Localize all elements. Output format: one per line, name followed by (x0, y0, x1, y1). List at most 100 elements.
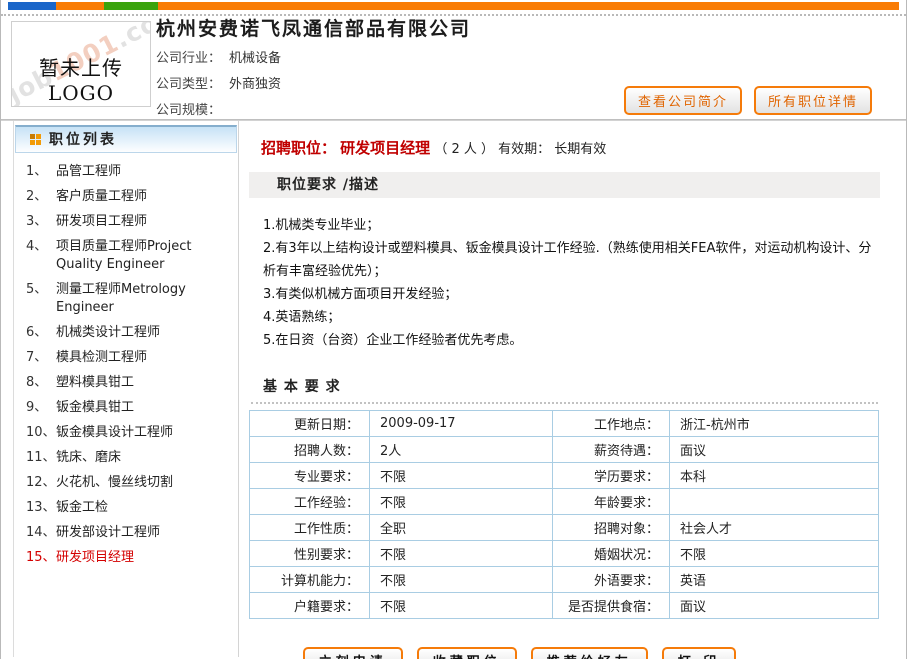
job-list-item-6[interactable]: 6、机械类设计工程师 (26, 324, 234, 342)
job-list-item-2[interactable]: 2、客户质量工程师 (26, 188, 234, 206)
update-date-label: 更新日期： (250, 411, 370, 437)
table-row: 工作经验： 不限 年龄要求： (250, 489, 879, 515)
job-item-label[interactable]: 客户质量工程师 (56, 188, 147, 206)
content: 职位列表 1、品管工程师 2、客户质量工程师 3、研发项目工程师 4、项目质量工… (1, 121, 906, 657)
job-item-label[interactable]: 项目质量工程师Project Quality Engineer (56, 238, 234, 274)
job-item-number: 12、 (26, 474, 56, 492)
job-list-item-1[interactable]: 1、品管工程师 (26, 163, 234, 181)
table-row: 户籍要求： 不限 是否提供食宿： 面议 (250, 593, 879, 619)
basic-requirements-table: 更新日期： 2009-09-17 工作地点： 浙江-杭州市 招聘人数： 2人 薪… (249, 410, 879, 619)
requirement-line-3: 3.有类似机械方面项目开发经验； (263, 283, 876, 306)
job-item-number: 14、 (26, 524, 56, 542)
job-item-label[interactable]: 研发部设计工程师 (56, 524, 160, 542)
job-item-label[interactable]: 塑料模具钳工 (56, 374, 134, 392)
logo-placeholder-text: 暂未上传LOGO (12, 52, 150, 105)
table-row: 计算机能力： 不限 外语要求： 英语 (250, 567, 879, 593)
gender-req-value: 不限 (370, 541, 553, 567)
requirement-line-5: 5.在日资（台资）企业工作经验者优先考虑。 (263, 329, 876, 352)
job-item-number: 8、 (26, 374, 56, 392)
page: job1001.com 暂未上传LOGO 杭州安费诺飞凤通信部品有限公司 公司行… (0, 0, 907, 659)
job-list-item-15-active[interactable]: 15、研发项目经理 (26, 549, 234, 567)
job-list-title: 职位列表 (49, 127, 117, 153)
table-row: 性别要求： 不限 婚姻状况： 不限 (250, 541, 879, 567)
job-item-number: 7、 (26, 349, 56, 367)
company-industry-label: 公司行业： (156, 51, 221, 66)
company-industry-value: 机械设备 (229, 51, 281, 66)
job-item-number: 4、 (26, 238, 56, 274)
residence-req-value: 不限 (370, 593, 553, 619)
gender-req-label: 性别要求： (250, 541, 370, 567)
job-list-item-7[interactable]: 7、模具检测工程师 (26, 349, 234, 367)
job-list-item-8[interactable]: 8、塑料模具钳工 (26, 374, 234, 392)
view-company-profile-button[interactable]: 查看公司简介 (624, 86, 742, 115)
topbar-orange-segment-2 (158, 2, 899, 10)
requirements-section-header: 职位要求 /描述 (249, 172, 880, 198)
marital-status-label: 婚姻状况： (553, 541, 670, 567)
company-name: 杭州安费诺飞凤通信部品有限公司 (156, 14, 471, 41)
company-size-label: 公司规模： (156, 103, 221, 118)
requirements-text: 1.机械类专业毕业； 2.有3年以上结构设计或塑料模具、钣金模具设计工作经验.（… (249, 198, 880, 352)
job-title: 研发项目经理 (340, 139, 430, 157)
all-positions-button[interactable]: 所有职位详情 (754, 86, 872, 115)
headcount-value: 2人 (370, 437, 553, 463)
major-req-value: 不限 (370, 463, 553, 489)
computer-skill-value: 不限 (370, 567, 553, 593)
validity-value: 长期有效 (554, 142, 606, 157)
computer-skill-label: 计算机能力： (250, 567, 370, 593)
update-date-value: 2009-09-17 (370, 411, 553, 437)
job-list-sidebar: 职位列表 1、品管工程师 2、客户质量工程师 3、研发项目工程师 4、项目质量工… (13, 121, 239, 657)
education-req-value: 本科 (670, 463, 879, 489)
job-list-item-4[interactable]: 4、项目质量工程师Project Quality Engineer (26, 238, 234, 274)
job-detail-main: 招聘职位： 研发项目经理 （ 2 人 ） 有效期： 长期有效 职位要求 /描述 … (249, 121, 880, 657)
job-list-item-12[interactable]: 12、火花机、慢丝线切割 (26, 474, 234, 492)
experience-req-value: 不限 (370, 489, 553, 515)
grid-squares-icon (30, 134, 41, 145)
job-item-label[interactable]: 测量工程师Metrology Engineer (56, 281, 234, 317)
job-list-item-3[interactable]: 3、研发项目工程师 (26, 213, 234, 231)
topbar-blue-segment (8, 2, 56, 10)
table-row: 工作性质： 全职 招聘对象： 社会人才 (250, 515, 879, 541)
work-location-label: 工作地点： (553, 411, 670, 437)
job-list-item-11[interactable]: 11、铣床、磨床 (26, 449, 234, 467)
job-item-label[interactable]: 火花机、慢丝线切割 (56, 474, 173, 492)
job-item-number: 1、 (26, 163, 56, 181)
table-row: 更新日期： 2009-09-17 工作地点： 浙江-杭州市 (250, 411, 879, 437)
company-industry-row: 公司行业： 机械设备 (156, 46, 281, 72)
job-list-item-13[interactable]: 13、钣金工检 (26, 499, 234, 517)
print-button[interactable]: 打 印 (662, 647, 737, 659)
requirement-line-2: 2.有3年以上结构设计或塑料模具、钣金模具设计工作经验.（熟练使用相关FEA软件… (263, 237, 876, 283)
job-nature-value: 全职 (370, 515, 553, 541)
job-list-item-5[interactable]: 5、测量工程师Metrology Engineer (26, 281, 234, 317)
salary-value: 面议 (670, 437, 879, 463)
job-item-label[interactable]: 研发项目工程师 (56, 213, 147, 231)
apply-now-button[interactable]: 立刻申请 (303, 647, 403, 659)
job-item-label[interactable]: 模具检测工程师 (56, 349, 147, 367)
company-size-row: 公司规模： (156, 98, 281, 124)
job-list-item-9[interactable]: 9、钣金模具钳工 (26, 399, 234, 417)
job-item-label[interactable]: 铣床、磨床 (56, 449, 121, 467)
job-item-label[interactable]: 品管工程师 (56, 163, 121, 181)
job-item-number: 13、 (26, 499, 56, 517)
job-item-label[interactable]: 机械类设计工程师 (56, 324, 160, 342)
recommend-friend-button[interactable]: 推荐给好友 (531, 647, 648, 659)
job-item-label[interactable]: 钣金模具设计工程师 (56, 424, 173, 442)
job-title-line: 招聘职位： 研发项目经理 （ 2 人 ） 有效期： 长期有效 (249, 137, 880, 158)
residence-req-label: 户籍要求： (250, 593, 370, 619)
action-buttons: 立刻申请 收藏职位 推荐给好友 打 印 (249, 647, 880, 659)
job-list-item-14[interactable]: 14、研发部设计工程师 (26, 524, 234, 542)
save-job-button[interactable]: 收藏职位 (417, 647, 517, 659)
job-list-item-10[interactable]: 10、钣金模具设计工程师 (26, 424, 234, 442)
job-item-number: 9、 (26, 399, 56, 417)
job-item-number: 3、 (26, 213, 56, 231)
company-type-value: 外商独资 (229, 77, 281, 92)
education-req-label: 学历要求： (553, 463, 670, 489)
job-item-number: 10、 (26, 424, 56, 442)
job-item-number: 15、 (26, 549, 56, 567)
work-location-value: 浙江-杭州市 (670, 411, 879, 437)
board-lodging-value: 面议 (670, 593, 879, 619)
job-item-label[interactable]: 研发项目经理 (56, 549, 134, 567)
top-color-bar (8, 2, 899, 10)
job-item-label[interactable]: 钣金工检 (56, 499, 108, 517)
job-item-label[interactable]: 钣金模具钳工 (56, 399, 134, 417)
company-header: job1001.com 暂未上传LOGO 杭州安费诺飞凤通信部品有限公司 公司行… (1, 16, 906, 119)
